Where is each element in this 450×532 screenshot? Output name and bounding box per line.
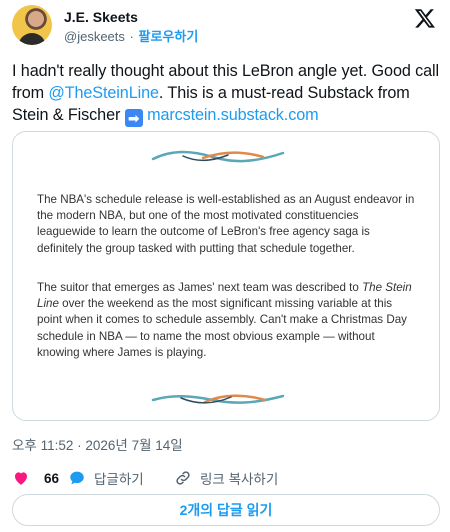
- article-paragraph-2-before: The suitor that emerges as James' next t…: [37, 281, 363, 294]
- tweet-header: J.E. Skeets @jeskeets · 팔로우하기: [12, 5, 438, 49]
- copy-link-button[interactable]: 링크 복사하기: [174, 468, 278, 488]
- decorative-flourish-bottom: [151, 394, 285, 404]
- article-paragraph-2-after: over the weekend as the most significant…: [37, 297, 407, 359]
- quoted-article-card[interactable]: The NBA's schedule release is well-estab…: [12, 131, 440, 421]
- substack-link[interactable]: marcstein.substack.com: [147, 106, 319, 124]
- mention-link[interactable]: @TheSteinLine: [48, 84, 159, 102]
- tweet-timestamp[interactable]: 오후 11:52 · 2026년 7월 14일: [12, 434, 183, 454]
- article-paragraph-2: The suitor that emerges as James' next t…: [37, 280, 417, 361]
- article-paragraph-1: The NBA's schedule release is well-estab…: [37, 193, 415, 255]
- separator-dot: ·: [129, 29, 134, 44]
- read-replies-button[interactable]: 2개의 답글 읽기: [12, 494, 440, 526]
- right-arrow-emoji-icon: ➡: [124, 109, 143, 127]
- reply-label: 답글하기: [94, 472, 144, 487]
- action-bar: 66 답글하기 링크 복사하기: [12, 468, 438, 488]
- x-logo-icon[interactable]: [414, 7, 436, 29]
- reply-bubble-icon: [70, 471, 84, 485]
- tweet-text: I hadn't really thought about this LeBro…: [12, 60, 440, 127]
- heart-icon: [15, 472, 27, 485]
- reply-button[interactable]: 답글하기: [68, 468, 144, 488]
- handle[interactable]: @jeskeets: [64, 29, 125, 44]
- avatar-shirt: [18, 33, 46, 45]
- like-button[interactable]: 66: [12, 468, 59, 488]
- follow-link[interactable]: 팔로우하기: [138, 29, 198, 44]
- handle-row: @jeskeets · 팔로우하기: [64, 28, 198, 46]
- avatar[interactable]: [12, 5, 52, 45]
- author-info: J.E. Skeets @jeskeets · 팔로우하기: [64, 8, 198, 46]
- like-count: 66: [44, 470, 60, 486]
- link-icon: [176, 471, 190, 485]
- decorative-flourish-top: [151, 150, 285, 163]
- display-name[interactable]: J.E. Skeets: [64, 8, 198, 26]
- copy-link-label: 링크 복사하기: [200, 472, 279, 487]
